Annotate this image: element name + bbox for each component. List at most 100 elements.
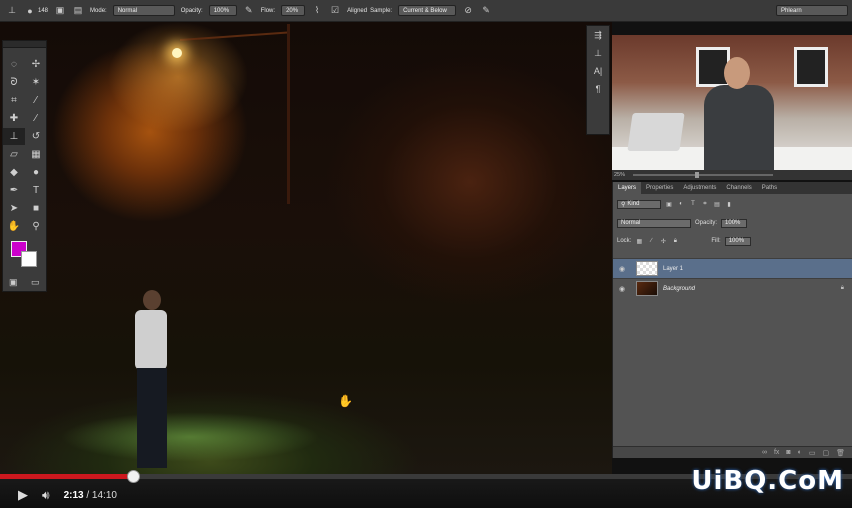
healing-brush-tool-icon[interactable]: ✚ bbox=[3, 110, 25, 127]
tab-properties[interactable]: Properties bbox=[641, 182, 678, 194]
filter-shape-icon[interactable]: ⌗ bbox=[701, 200, 709, 208]
tab-channels[interactable]: Channels bbox=[721, 182, 756, 194]
mode-select[interactable]: Normal bbox=[112, 5, 175, 16]
new-layer-icon[interactable]: ▢ bbox=[822, 449, 829, 457]
timeline-slider[interactable] bbox=[633, 172, 774, 178]
eraser-tool-icon[interactable]: ▱ bbox=[3, 146, 25, 163]
opacity-value: 100% bbox=[213, 7, 230, 14]
layer-row-background[interactable]: ◉ Background 🔒︎ bbox=[613, 278, 852, 298]
blur-tool-icon[interactable]: ◆ bbox=[3, 164, 25, 181]
scrubber-handle[interactable] bbox=[126, 470, 140, 483]
filter-adjustment-icon[interactable]: ◐ bbox=[677, 200, 685, 208]
lock-image-icon[interactable]: ∕ bbox=[647, 237, 655, 245]
filter-pixel-icon[interactable]: ▣ bbox=[665, 200, 673, 208]
sample-label: Sample: bbox=[370, 7, 393, 14]
filter-toggle-icon[interactable]: ▮ bbox=[725, 200, 733, 208]
quick-mask-icon[interactable]: ▣ bbox=[9, 277, 18, 288]
options-bar: ⊥ ● 148 ▣ ▤ Mode: Normal Opacity: 100% ✎… bbox=[0, 0, 852, 22]
zoom-level[interactable]: 25% bbox=[614, 172, 625, 178]
layer-style-icon[interactable]: fx bbox=[774, 449, 779, 456]
filter-type-icon[interactable]: T bbox=[689, 200, 697, 208]
layer-opacity-value: 100% bbox=[725, 220, 741, 226]
crop-tool-icon[interactable]: ⌗ bbox=[3, 92, 25, 109]
background-color-swatch[interactable] bbox=[21, 251, 37, 267]
delete-layer-icon[interactable]: 🗑︎ bbox=[836, 449, 845, 457]
layer-name[interactable]: Background bbox=[663, 286, 695, 292]
paragraph-panel-icon[interactable]: ¶ bbox=[587, 80, 609, 98]
layer-opacity-field[interactable]: 100% bbox=[721, 218, 748, 228]
layer-row-layer-1[interactable]: ◉ Layer 1 bbox=[613, 258, 852, 278]
zoom-tool-icon[interactable]: ⚲ bbox=[25, 218, 47, 235]
brush-preset-icon[interactable]: ● bbox=[24, 5, 36, 17]
layer-filter-select[interactable]: ⚲ Kind bbox=[617, 199, 661, 209]
opacity-field[interactable]: 100% bbox=[208, 5, 237, 16]
flow-value: 20% bbox=[286, 7, 299, 14]
aligned-label: Aligned bbox=[347, 7, 368, 14]
tools-panel-header[interactable] bbox=[3, 41, 46, 48]
add-mask-icon[interactable]: ◙ bbox=[786, 449, 790, 456]
lock-all-icon[interactable]: 🔒︎ bbox=[671, 237, 679, 245]
instructor bbox=[704, 55, 774, 170]
tab-paths[interactable]: Paths bbox=[757, 182, 782, 194]
lock-transparent-icon[interactable]: ▦ bbox=[635, 237, 643, 245]
document-canvas[interactable]: ✋ bbox=[0, 22, 612, 474]
filter-smart-object-icon[interactable]: ▤ bbox=[713, 200, 721, 208]
play-icon[interactable]: ▶ bbox=[18, 487, 28, 503]
clone-stamp-tool-icon[interactable]: ⊥ bbox=[6, 5, 18, 17]
aligned-checkbox[interactable]: ☑ bbox=[329, 5, 341, 17]
path-selection-tool-icon[interactable]: ➤ bbox=[3, 200, 25, 217]
type-tool-icon[interactable]: T bbox=[25, 182, 47, 199]
lock-position-icon[interactable]: ✢ bbox=[659, 237, 667, 245]
status-bar: 25% bbox=[612, 170, 852, 180]
history-panel-icon[interactable]: ⇶ bbox=[587, 26, 609, 44]
clone-source-panel-icon[interactable]: ⊥ bbox=[587, 44, 609, 62]
screen-mode-icon[interactable]: ▭ bbox=[31, 277, 40, 288]
new-group-icon[interactable]: ▭ bbox=[809, 449, 816, 457]
magic-wand-tool-icon[interactable]: ✶ bbox=[25, 74, 47, 91]
layer-thumbnail bbox=[636, 281, 658, 296]
character-panel-icon[interactable]: A| bbox=[587, 62, 609, 80]
clone-stamp-tool-icon[interactable]: ⊥ bbox=[3, 128, 25, 145]
flow-label: Flow: bbox=[260, 7, 276, 14]
tab-adjustments[interactable]: Adjustments bbox=[678, 182, 721, 194]
watermark-logo: UiBQ.CoM bbox=[691, 466, 844, 496]
marquee-tool-icon[interactable]: ◌ bbox=[3, 56, 25, 73]
toggle-brush-panel-icon[interactable]: ▣ bbox=[54, 5, 66, 17]
pen-tool-icon[interactable]: ✒ bbox=[3, 182, 25, 199]
airbrush-icon[interactable]: ⌇ bbox=[311, 5, 323, 17]
brush-size[interactable]: 148 bbox=[38, 8, 48, 14]
new-adjustment-layer-icon[interactable]: ◐ bbox=[798, 449, 802, 456]
link-layers-icon[interactable]: ∞ bbox=[762, 449, 767, 456]
volume-icon[interactable]: 🔊︎ bbox=[42, 488, 50, 503]
dodge-tool-icon[interactable]: ● bbox=[25, 164, 47, 181]
toggle-clone-source-icon[interactable]: ▤ bbox=[72, 5, 84, 17]
hand-tool-icon[interactable]: ✋ bbox=[3, 218, 25, 235]
move-tool-icon[interactable]: ✢ bbox=[25, 56, 47, 73]
flow-field[interactable]: 20% bbox=[281, 5, 306, 16]
visibility-eye-icon[interactable]: ◉ bbox=[619, 265, 631, 273]
sample-select[interactable]: Current & Below bbox=[398, 5, 457, 16]
blend-mode-select[interactable]: Normal bbox=[617, 218, 691, 228]
eyedropper-tool-icon[interactable]: ⁄ bbox=[25, 92, 47, 109]
rectangle-tool-icon[interactable]: ■ bbox=[25, 200, 47, 217]
layer-name[interactable]: Layer 1 bbox=[663, 266, 683, 272]
visibility-eye-icon[interactable]: ◉ bbox=[619, 285, 631, 293]
pressure-size-icon[interactable]: ✎ bbox=[480, 5, 492, 17]
gradient-tool-icon[interactable]: ▦ bbox=[25, 146, 47, 163]
fill-field[interactable]: 100% bbox=[724, 236, 751, 246]
tab-layers[interactable]: Layers bbox=[613, 182, 642, 194]
slider-handle[interactable] bbox=[695, 172, 700, 178]
history-brush-tool-icon[interactable]: ↺ bbox=[25, 128, 47, 145]
ground-light-glow bbox=[60, 412, 320, 462]
filter-kind-value: Kind bbox=[627, 201, 640, 207]
lasso-tool-icon[interactable]: ᘐ bbox=[3, 74, 25, 91]
workspace-select[interactable]: Phlearn bbox=[776, 5, 848, 16]
brush-tool-icon[interactable]: ∕ bbox=[25, 110, 47, 127]
man-head bbox=[143, 290, 161, 310]
lock-label: Lock: bbox=[617, 238, 632, 244]
pressure-opacity-icon[interactable]: ✎ bbox=[243, 5, 255, 17]
tools-panel: ◌ ✢ ᘐ ✶ ⌗ ⁄ ✚ ∕ ⊥ ↺ ▱ ▦ ◆ ● ✒ T ➤ ■ ✋ ⚲ … bbox=[2, 40, 47, 292]
ignore-adjustment-layers-icon[interactable]: ⊘ bbox=[462, 5, 474, 17]
sample-value: Current & Below bbox=[403, 7, 447, 14]
time-display: 2:13 / 14:10 bbox=[64, 490, 117, 501]
